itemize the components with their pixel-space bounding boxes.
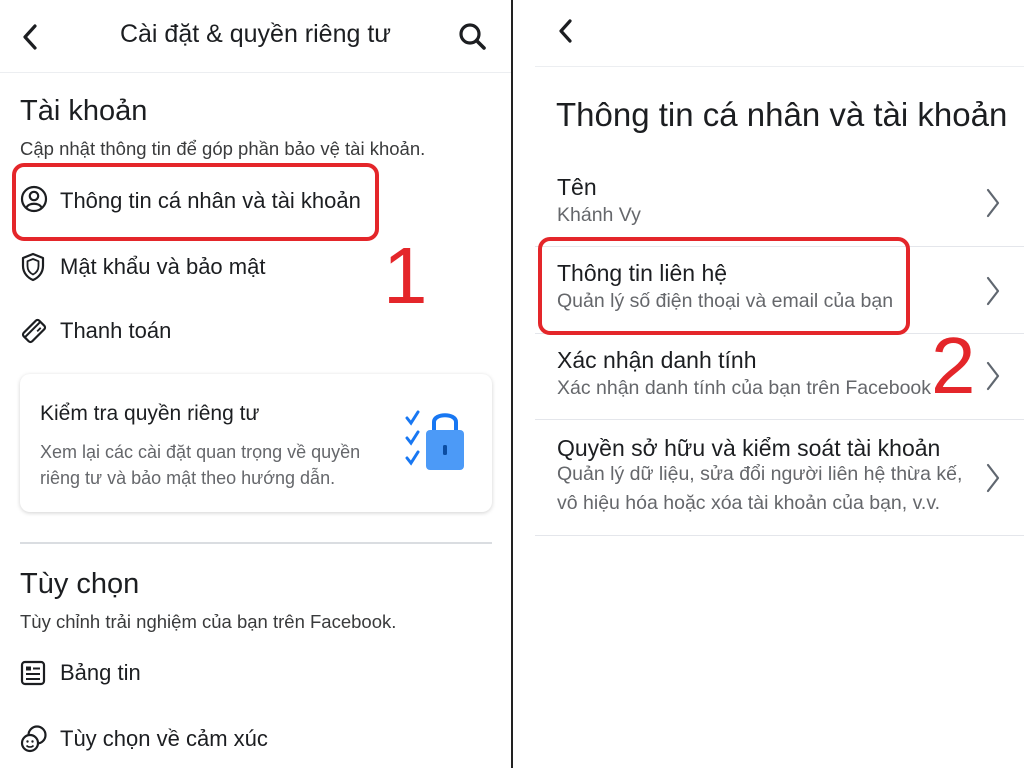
- menu-item-label: Bảng tin: [60, 660, 141, 685]
- card-description-line: riêng tư và bảo mật theo hướng dẫn.: [40, 468, 336, 488]
- menu-item-reaction-preferences[interactable]: Tùy chọn về cảm xúc: [0, 712, 511, 768]
- back-arrow-icon[interactable]: [557, 18, 575, 44]
- header-divider: [535, 66, 1024, 67]
- list-item-subtitle: Khánh Vy: [557, 204, 641, 226]
- reactions-icon: [20, 725, 47, 753]
- section-divider: [20, 542, 492, 544]
- account-section-title: Tài khoản: [20, 95, 148, 127]
- step-number-annotation: 1: [383, 231, 428, 320]
- step-number-annotation: 2: [931, 321, 976, 410]
- personal-account-info-screen: Thông tin cá nhân và tài khoản Tên Khánh…: [513, 0, 1024, 768]
- list-divider: [535, 419, 1024, 420]
- shield-icon: [21, 252, 45, 282]
- list-item-name[interactable]: Tên Khánh Vy: [513, 164, 1024, 244]
- list-item-title: Quyền sở hữu và kiểm soát tài khoản: [557, 435, 941, 461]
- list-divider: [535, 535, 1024, 536]
- card-title: Kiểm tra quyền riêng tư: [40, 402, 260, 425]
- news-feed-icon: [20, 660, 46, 686]
- menu-item-label: Mật khẩu và bảo mật: [60, 254, 266, 279]
- chevron-right-icon: [986, 276, 1000, 306]
- list-item-title: Xác nhận danh tính: [557, 347, 757, 373]
- list-item-account-ownership-control[interactable]: Quyền sở hữu và kiểm soát tài khoản Quản…: [513, 421, 1024, 533]
- menu-item-news-feed[interactable]: Bảng tin: [0, 646, 511, 702]
- preferences-section-subtitle: Tùy chỉnh trải nghiệm của bạn trên Faceb…: [20, 611, 397, 632]
- list-item-subtitle: Xác nhận danh tính của bạn trên Facebook: [557, 377, 932, 399]
- settings-privacy-screen: Cài đặt & quyền riêng tư Tài khoản Cập n…: [0, 0, 511, 768]
- header-divider: [0, 72, 511, 73]
- chevron-right-icon: [986, 188, 1000, 218]
- card-description-line: Xem lại các cài đặt quan trọng về quyền: [40, 442, 361, 462]
- page-title: Cài đặt & quyền riêng tư: [119, 20, 392, 48]
- privacy-checkup-card[interactable]: Kiểm tra quyền riêng tư Xem lại các cài …: [20, 374, 492, 512]
- chevron-right-icon: [986, 463, 1000, 493]
- list-item-subtitle: vô hiệu hóa hoặc xóa tài khoản của bạn, …: [557, 492, 941, 514]
- account-section-subtitle: Cập nhật thông tin để góp phần bảo vệ tà…: [20, 138, 426, 159]
- preferences-section-title: Tùy chọn: [20, 568, 140, 600]
- highlight-box: [12, 163, 379, 241]
- page-title: Thông tin cá nhân và tài khoản: [556, 96, 1008, 133]
- menu-item-label: Tùy chọn về cảm xúc: [60, 726, 268, 751]
- tag-icon: [21, 318, 47, 344]
- list-item-title: Tên: [557, 174, 597, 200]
- menu-item-password-security[interactable]: Mật khẩu và bảo mật: [0, 240, 511, 296]
- search-icon[interactable]: [458, 22, 488, 52]
- privacy-checkup-lock-icon: [405, 410, 464, 470]
- list-item-subtitle: Quản lý dữ liệu, sửa đổi người liên hệ t…: [557, 463, 963, 485]
- chevron-right-icon: [986, 361, 1000, 391]
- menu-item-payments[interactable]: Thanh toán: [0, 304, 511, 360]
- menu-item-label: Thanh toán: [60, 318, 172, 343]
- highlight-box: [538, 237, 910, 335]
